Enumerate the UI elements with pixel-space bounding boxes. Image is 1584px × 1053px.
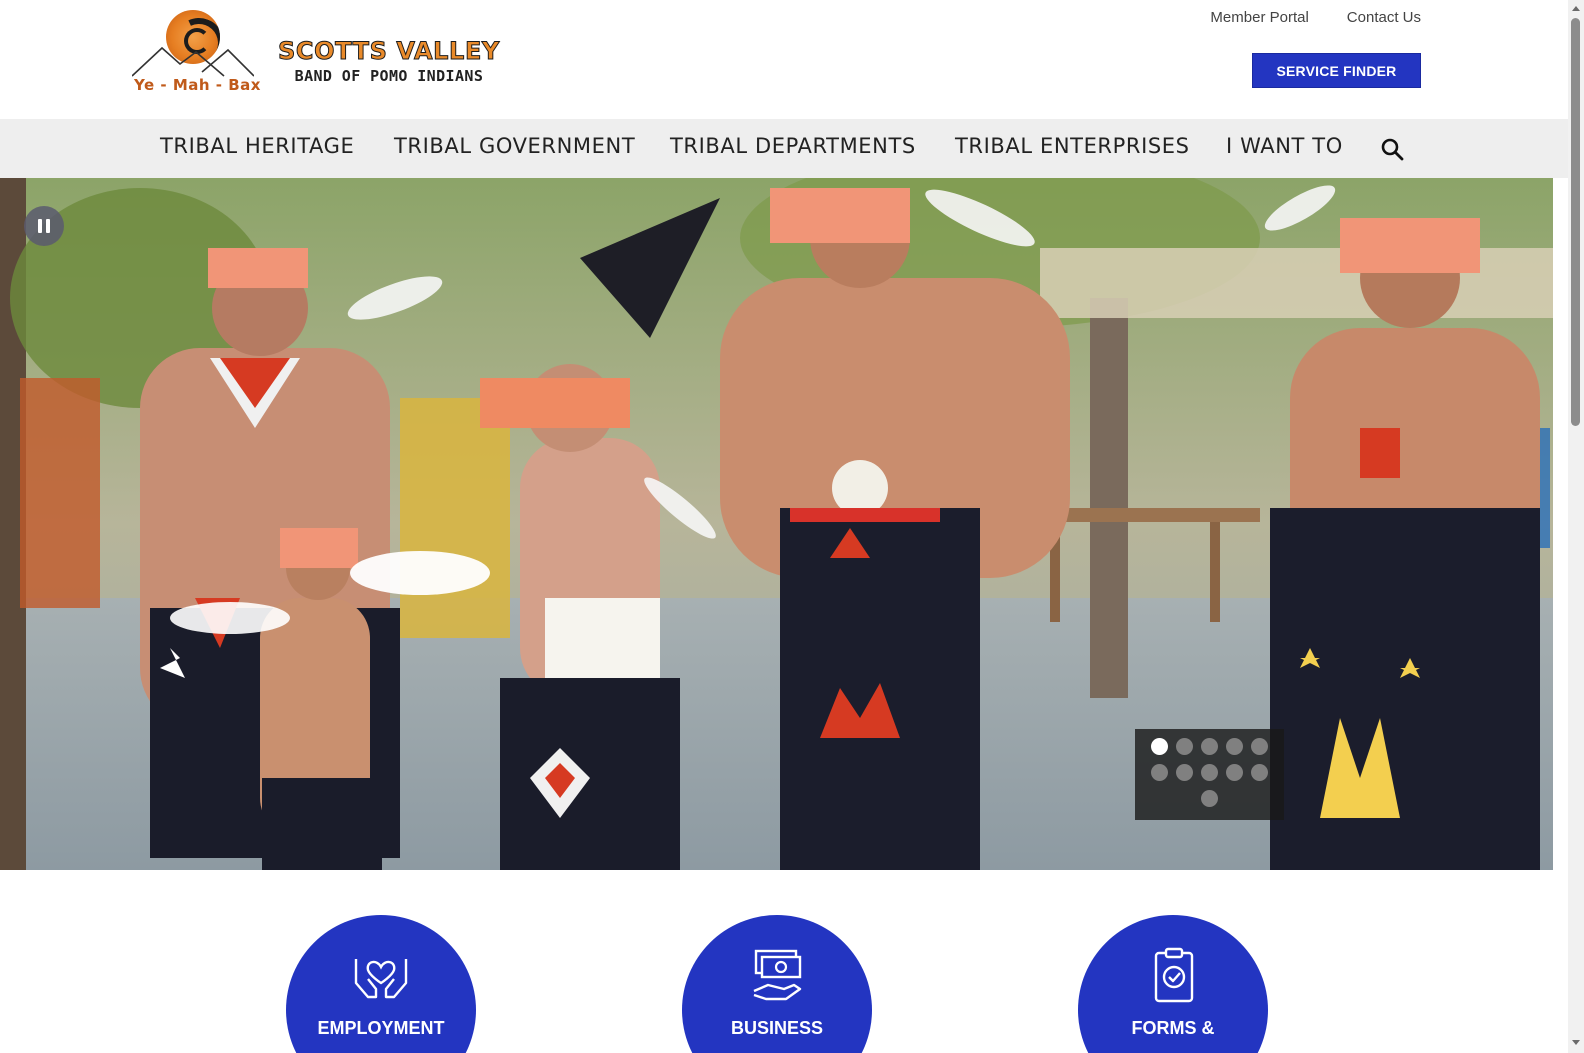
member-portal-link[interactable]: Member Portal (1210, 9, 1308, 26)
site-header: Ye - Mah - Bax SCOTTS VALLEY BAND OF POM… (0, 0, 1568, 119)
nav-item-tribal-heritage[interactable]: TRIBAL HERITAGE (160, 134, 354, 158)
slide-dot-11[interactable] (1201, 790, 1218, 807)
nav-item-tribal-government[interactable]: TRIBAL GOVERNMENT (394, 134, 635, 158)
nav-item-i-want-to[interactable]: I WANT TO (1226, 134, 1343, 158)
scroll-thumb[interactable] (1571, 18, 1580, 426)
slide-dot-row (1151, 738, 1268, 755)
card-forms[interactable]: FORMS & (1078, 915, 1268, 1053)
utility-links: Member Portal Contact Us (1210, 9, 1421, 26)
quick-links: EMPLOYMENT BUSINESS FORMS & (0, 870, 1553, 1053)
slide-dot-8[interactable] (1201, 764, 1218, 781)
search-icon[interactable] (1380, 137, 1404, 161)
logo-tagline: Ye - Mah - Bax (134, 76, 261, 94)
slide-dot-row (1151, 764, 1268, 781)
slide-dot-3[interactable] (1201, 738, 1218, 755)
card-label: BUSINESS (730, 1018, 824, 1038)
main-nav: TRIBAL HERITAGE TRIBAL GOVERNMENT TRIBAL… (0, 119, 1568, 178)
nav-item-tribal-departments[interactable]: TRIBAL DEPARTMENTS (670, 134, 916, 158)
card-label: FORMS & (1131, 1018, 1215, 1038)
card-business[interactable]: BUSINESS (682, 915, 872, 1053)
slide-dot-6[interactable] (1151, 764, 1168, 781)
slide-dot-4[interactable] (1226, 738, 1243, 755)
money-hand-icon (753, 949, 802, 1001)
site-logo[interactable]: Ye - Mah - Bax SCOTTS VALLEY BAND OF POM… (130, 8, 510, 100)
page: Ye - Mah - Bax SCOTTS VALLEY BAND OF POM… (0, 0, 1568, 1053)
slide-dot-2[interactable] (1176, 738, 1193, 755)
pause-icon (38, 219, 42, 233)
card-employment[interactable]: EMPLOYMENT (286, 915, 476, 1053)
logo-text: SCOTTS VALLEY BAND OF POMO INDIANS (278, 37, 500, 86)
page-scrollbar[interactable] (1568, 0, 1584, 1053)
scroll-down-arrow-icon[interactable] (1572, 1040, 1580, 1045)
slide-pagination (1135, 729, 1284, 820)
card-label: EMPLOYMENT (317, 1018, 445, 1038)
slide-dot-7[interactable] (1176, 764, 1193, 781)
slide-dot-9[interactable] (1226, 764, 1243, 781)
nav-item-tribal-enterprises[interactable]: TRIBAL ENTERPRISES (955, 134, 1190, 158)
clipboard-check-icon (1154, 947, 1194, 1003)
slide-dot-row (1151, 790, 1268, 807)
mountain-icon (132, 46, 254, 77)
contact-us-link[interactable]: Contact Us (1347, 9, 1421, 26)
pause-button[interactable] (24, 206, 64, 246)
logo-emblem: Ye - Mah - Bax (130, 8, 261, 100)
hero-slideshow[interactable] (0, 178, 1553, 870)
hero-photo (0, 178, 1553, 870)
service-finder-button[interactable]: SERVICE FINDER (1252, 53, 1421, 88)
slide-dot-5[interactable] (1251, 738, 1268, 755)
logo-subtitle: BAND OF POMO INDIANS (294, 67, 484, 85)
scroll-up-arrow-icon[interactable] (1572, 6, 1580, 11)
logo-title: SCOTTS VALLEY (278, 37, 500, 66)
slide-dot-10[interactable] (1251, 764, 1268, 781)
slide-dot-1[interactable] (1151, 738, 1168, 755)
heart-hands-icon (354, 959, 408, 999)
